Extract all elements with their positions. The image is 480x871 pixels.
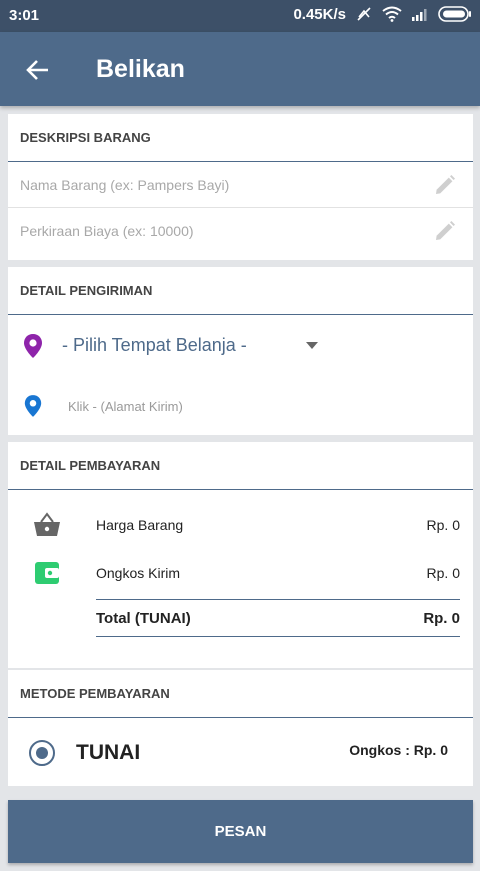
detail-pembayaran-card: DETAIL PEMBAYARAN Harga Barang Rp. 0 Ong…	[8, 442, 473, 668]
tunai-radio[interactable]	[29, 740, 55, 766]
total-label: Total (TUNAI)	[96, 610, 191, 627]
metode-pembayaran-card: METODE PEMBAYARAN TUNAI Ongkos : Rp. 0	[8, 670, 473, 786]
deskripsi-barang-card: DESKRIPSI BARANG	[8, 114, 473, 260]
section-title-metode: METODE PEMBAYARAN	[8, 670, 473, 718]
arrow-left-icon[interactable]	[24, 56, 52, 84]
pesan-button[interactable]: PESAN	[8, 800, 473, 863]
status-bar: 3:01 0.45K/s	[0, 0, 480, 32]
location-pin-icon	[24, 334, 42, 358]
wallet-icon	[35, 562, 59, 584]
app-bar: Belikan	[0, 32, 480, 106]
pencil-icon	[436, 221, 455, 240]
perkiraan-biaya-input[interactable]	[8, 208, 473, 254]
tunai-option[interactable]: TUNAI Ongkos : Rp. 0	[8, 718, 473, 786]
nama-barang-field	[8, 162, 473, 208]
perkiraan-biaya-field	[8, 208, 473, 254]
ongkos-text: Ongkos : Rp. 0	[349, 742, 448, 758]
harga-barang-label: Harga Barang	[96, 517, 184, 533]
nama-barang-input[interactable]	[8, 162, 473, 207]
pencil-icon	[436, 175, 455, 194]
tunai-label: TUNAI	[76, 741, 141, 764]
section-title-pengiriman: DETAIL PENGIRIMAN	[8, 267, 473, 315]
page-title: Belikan	[96, 55, 185, 83]
detail-pengiriman-card: DETAIL PENGIRIMAN - Pilih Tempat Belanja…	[8, 267, 473, 435]
section-title-deskripsi: DESKRIPSI BARANG	[8, 114, 473, 162]
data-sync-off-icon	[357, 7, 371, 21]
location-pin-icon	[24, 395, 42, 417]
section-title-pembayaran: DETAIL PEMBAYARAN	[8, 442, 473, 490]
alamat-kirim-row[interactable]: Klik - (Alamat Kirim)	[8, 377, 473, 437]
status-time: 3:01	[9, 7, 40, 24]
total-row: Total (TUNAI) Rp. 0	[96, 599, 460, 637]
alamat-kirim-label: Klik - (Alamat Kirim)	[68, 399, 183, 414]
radio-selected-dot	[35, 746, 48, 759]
pilih-tempat-belanja-dropdown[interactable]: - Pilih Tempat Belanja -	[8, 315, 473, 377]
pilih-tempat-label: - Pilih Tempat Belanja -	[62, 335, 247, 355]
ongkos-kirim-value: Rp. 0	[426, 565, 460, 581]
wifi-icon	[382, 6, 402, 22]
dropdown-caret-icon	[306, 342, 318, 349]
battery-icon	[438, 6, 471, 22]
network-speed: 0.45K/s	[293, 5, 346, 23]
harga-barang-value: Rp. 0	[426, 517, 460, 533]
harga-barang-row: Harga Barang Rp. 0	[8, 508, 473, 542]
signal-icon	[412, 9, 427, 21]
total-value: Rp. 0	[423, 610, 460, 627]
ongkos-kirim-label: Ongkos Kirim	[96, 565, 181, 581]
ongkos-kirim-row: Ongkos Kirim Rp. 0	[8, 556, 473, 590]
status-icons: 0.45K/s	[293, 5, 472, 23]
shopping-basket-icon	[34, 512, 60, 536]
